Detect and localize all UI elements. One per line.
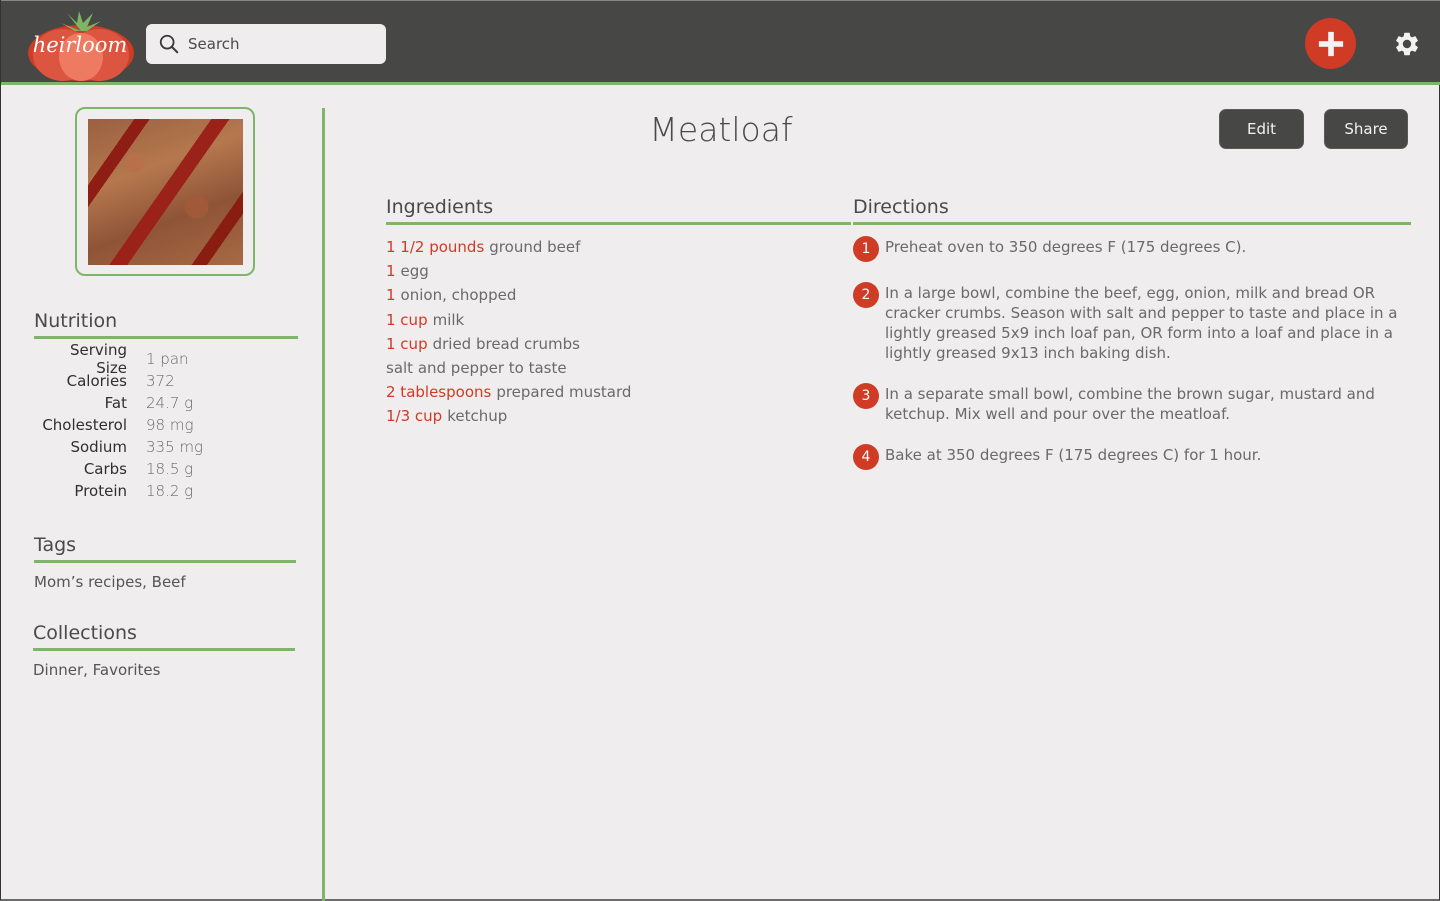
ingredient-item: 1 egg <box>386 259 631 283</box>
ingredient-item: 1 cup dried bread crumbs <box>386 332 631 356</box>
nutrition-row: Carbs 18.5 g <box>35 458 203 480</box>
nutrition-row: Cholesterol 98 mg <box>35 414 203 436</box>
nutrition-value: 18.2 g <box>146 482 194 500</box>
ingredient-name: salt and pepper to taste <box>386 359 567 378</box>
ingredient-quantity: 1 <box>386 286 396 305</box>
recipe-photo[interactable] <box>88 119 243 265</box>
ingredient-name: ketchup <box>447 407 508 426</box>
ingredient-name: egg <box>400 262 429 281</box>
step-number-badge: 2 <box>853 282 879 308</box>
nutrition-row: Serving Size 1 pan <box>35 341 203 377</box>
nutrition-table: Serving Size 1 pan Calories 372 Fat 24.7 g … <box>35 341 203 502</box>
nutrition-row: Fat 24.7 g <box>35 392 203 414</box>
nutrition-label: Cholesterol <box>42 416 127 434</box>
step-text: Preheat oven to 350 degrees F (175 degre… <box>885 238 1247 256</box>
logo-text: heirloom <box>32 33 128 57</box>
add-recipe-button[interactable] <box>1305 18 1356 69</box>
nutrition-label: Carbs <box>83 460 127 478</box>
ingredient-item: salt and pepper to taste <box>386 356 631 380</box>
ingredient-item: 2 tablespoons prepared mustard <box>386 380 631 404</box>
directions-heading: Directions <box>853 196 1411 225</box>
plus-icon <box>1318 31 1343 56</box>
ingredients-heading: Ingredients <box>386 196 851 225</box>
search-box[interactable] <box>146 24 386 64</box>
directions-list: 1 Preheat oven to 350 degrees F (175 degr… <box>853 236 1408 470</box>
ingredient-quantity: 1 1/2 pounds <box>386 238 485 257</box>
ingredient-quantity: 1 cup <box>386 334 428 353</box>
nutrition-row: Protein 18.2 g <box>35 480 203 502</box>
search-input[interactable] <box>188 35 378 53</box>
nutrition-label: Sodium <box>70 438 127 456</box>
heirloom-logo[interactable]: heirloom <box>27 9 135 81</box>
direction-step: 1 Preheat oven to 350 degrees F (175 degr… <box>853 236 1408 262</box>
step-text: In a large bowl, combine the beef, egg, … <box>885 284 1398 362</box>
collections-heading: Collections <box>33 622 295 651</box>
ingredient-name: prepared mustard <box>496 383 632 402</box>
step-number-badge: 1 <box>853 236 879 262</box>
nutrition-value: 335 mg <box>146 438 204 456</box>
share-button[interactable]: Share <box>1324 109 1408 149</box>
step-number-badge: 4 <box>853 444 879 470</box>
nutrition-row: Sodium 335 mg <box>35 436 203 458</box>
ingredient-quantity: 2 tablespoons <box>386 383 492 402</box>
sidebar-divider <box>322 108 325 901</box>
recipe-title: Meatloaf <box>649 110 793 149</box>
nutrition-heading: Nutrition <box>34 310 298 339</box>
step-text: In a separate small bowl, combine the br… <box>885 385 1375 423</box>
step-text: Bake at 350 degrees F (175 degrees C) fo… <box>885 446 1262 464</box>
ingredients-list: 1 1/2 pounds ground beef 1 egg 1 onion, cho… <box>386 235 631 429</box>
ingredient-name: onion, chopped <box>400 286 517 305</box>
tags-heading: Tags <box>34 534 296 563</box>
edit-button[interactable]: Edit <box>1219 109 1304 149</box>
nutrition-value: 1 pan <box>146 350 189 368</box>
step-number-badge: 3 <box>853 383 879 409</box>
nutrition-value: 18.5 g <box>146 460 194 478</box>
ingredient-item: 1 1/2 pounds ground beef <box>386 235 631 259</box>
ingredient-item: 1/3 cup ketchup <box>386 404 631 428</box>
ingredient-item: 1 cup milk <box>386 308 631 332</box>
ingredient-name: ground beef <box>489 238 581 257</box>
ingredient-name: milk <box>432 310 465 329</box>
ingredient-quantity: 1/3 cup <box>386 407 443 426</box>
ingredient-item: 1 onion, chopped <box>386 283 631 307</box>
nutrition-label: Calories <box>66 372 127 390</box>
nutrition-value: 24.7 g <box>146 394 194 412</box>
collections-list[interactable]: Dinner, Favorites <box>33 661 160 679</box>
tags-list[interactable]: Mom’s recipes, Beef <box>34 573 186 591</box>
recipe-photo-frame <box>75 107 255 276</box>
direction-step: 2 In a large bowl, combine the beef, egg,… <box>853 282 1408 363</box>
direction-step: 4 Bake at 350 degrees F (175 degrees C) f… <box>853 444 1408 470</box>
direction-step: 3 In a separate small bowl, combine the b… <box>853 383 1408 424</box>
nutrition-value: 372 <box>146 372 175 390</box>
nutrition-value: 98 mg <box>146 416 194 434</box>
nutrition-row: Calories 372 <box>35 370 203 392</box>
ingredient-quantity: 1 cup <box>386 310 428 329</box>
gear-icon[interactable] <box>1393 30 1421 58</box>
nutrition-label: Fat <box>104 394 127 412</box>
ingredient-quantity: 1 <box>386 262 396 281</box>
ingredient-name: dried bread crumbs <box>432 334 580 353</box>
nutrition-label: Protein <box>74 482 127 500</box>
top-bar: heirloom <box>1 0 1440 85</box>
search-icon <box>159 34 179 54</box>
